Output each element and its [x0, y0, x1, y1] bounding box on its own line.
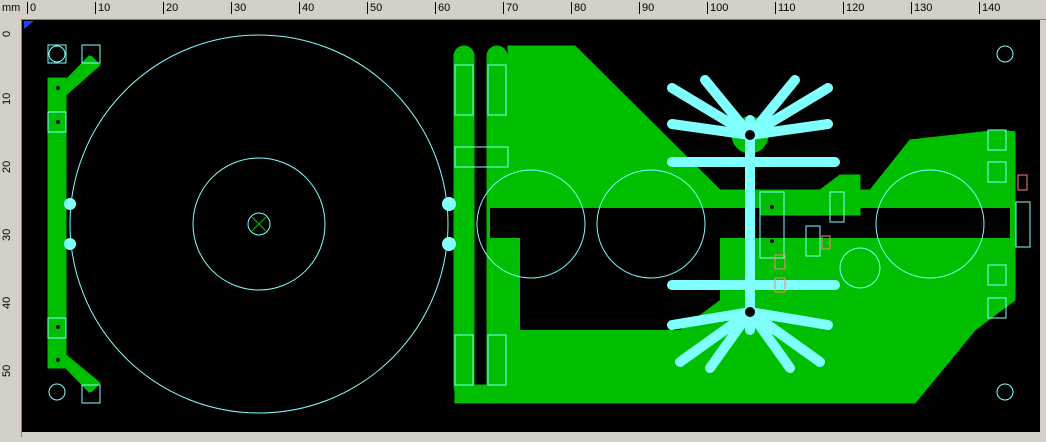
ruler-unit: mm — [2, 2, 21, 14]
top-ruler-label: 90 — [639, 2, 654, 14]
top-ruler-label: 140 — [979, 2, 1000, 14]
top-ruler-label: 70 — [503, 2, 518, 14]
top-ruler-label: 60 — [435, 2, 450, 14]
top-ruler-label: 30 — [231, 2, 246, 14]
top-ruler-label: 80 — [571, 2, 586, 14]
pcb-canvas[interactable] — [22, 20, 1046, 437]
top-ruler[interactable]: mm 0 10 20 30 40 50 60 70 80 90 100 110 120 130 140 — [0, 0, 1046, 20]
top-ruler-label: 120 — [843, 2, 864, 14]
top-ruler-label: 130 — [911, 2, 932, 14]
left-ruler-label: 10 — [1, 92, 13, 105]
top-ruler-label: 110 — [775, 2, 796, 14]
pcb-layout — [22, 20, 1040, 432]
top-ruler-label: 20 — [163, 2, 178, 14]
top-ruler-label: 100 — [707, 2, 728, 14]
left-ruler-label: 0 — [1, 30, 13, 37]
left-ruler[interactable]: 0 10 20 30 40 50 — [0, 19, 22, 437]
left-ruler-label: 50 — [1, 364, 13, 377]
top-ruler-label: 40 — [299, 2, 314, 14]
top-ruler-label: 50 — [367, 2, 382, 14]
left-ruler-label: 30 — [1, 228, 13, 241]
top-ruler-label: 0 — [27, 2, 36, 14]
left-ruler-label: 20 — [1, 160, 13, 173]
top-ruler-label: 10 — [95, 2, 110, 14]
left-ruler-label: 40 — [1, 296, 13, 309]
